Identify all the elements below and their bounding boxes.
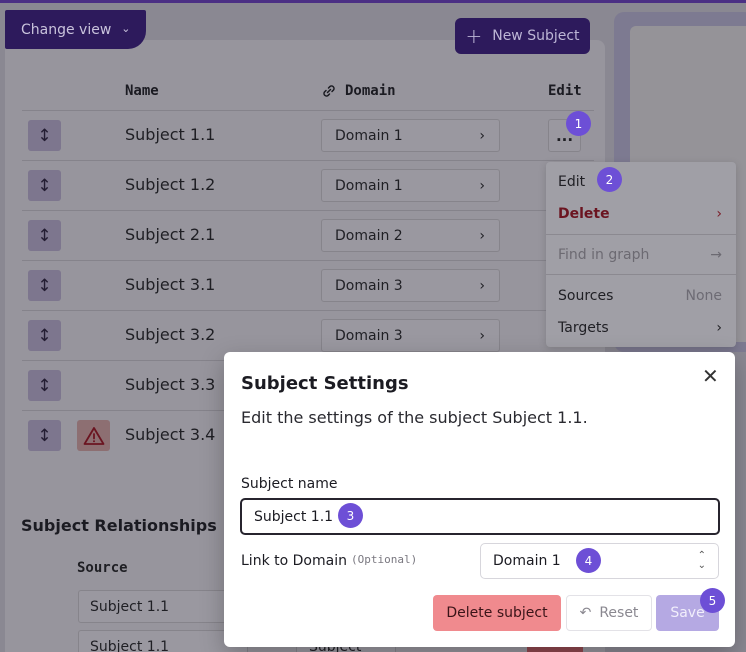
menu-divider xyxy=(546,274,736,275)
subject-name: Subject 1.2 xyxy=(125,175,216,194)
subject-name: Subject 3.1 xyxy=(125,275,216,294)
menu-item-targets[interactable]: Targets › xyxy=(558,320,722,336)
menu-item-find-in-graph: Find in graph → xyxy=(558,247,722,263)
domain-button[interactable]: Domain 2 › xyxy=(321,219,500,252)
menu-item-delete-label: Delete xyxy=(558,206,610,222)
change-view-label: Change view xyxy=(21,21,112,38)
drag-handle-icon[interactable]: ↕ xyxy=(28,170,61,201)
subject-settings-dialog: Subject Settings ✕ Edit the settings of … xyxy=(224,352,735,647)
plus-icon: + xyxy=(465,24,483,48)
relationship-source-label: Subject 1.1 xyxy=(90,598,170,615)
drag-handle-icon[interactable]: ↕ xyxy=(28,120,61,151)
warning-triangle-icon xyxy=(77,420,110,451)
chevron-right-icon: › xyxy=(479,127,485,144)
menu-item-delete[interactable]: Delete › xyxy=(558,206,722,222)
step-badge: 4 xyxy=(576,548,601,573)
link-to-domain-label: Link to Domain xyxy=(241,553,347,569)
table-row: ↕ Subject 1.1 Domain 1 › ... xyxy=(22,110,594,160)
close-icon[interactable]: ✕ xyxy=(702,366,719,386)
top-accent-line xyxy=(0,0,746,3)
domain-button[interactable]: Domain 3 › xyxy=(321,319,500,352)
menu-divider xyxy=(546,234,736,235)
menu-item-sources-label: Sources xyxy=(558,288,614,304)
table-row: ↕ Subject 1.2 Domain 1 › xyxy=(22,160,594,210)
dialog-description: Edit the settings of the subject Subject… xyxy=(241,408,588,427)
chevron-down-icon: ⌄ xyxy=(121,22,131,35)
menu-item-targets-label: Targets xyxy=(558,320,609,336)
row-context-menu: Edit Delete › Find in graph → Sources None … xyxy=(546,162,736,347)
step-badge: 3 xyxy=(338,503,363,528)
relationship-source-label: Subject 1.1 xyxy=(90,638,170,652)
drag-handle-icon[interactable]: ↕ xyxy=(28,220,61,251)
chevron-right-icon: › xyxy=(479,277,485,294)
step-badge: 2 xyxy=(597,167,622,192)
chevron-right-icon: › xyxy=(479,227,485,244)
domain-label: Domain 1 xyxy=(335,177,403,194)
chevron-right-icon: › xyxy=(479,177,485,194)
new-subject-button[interactable]: + New Subject xyxy=(455,18,590,54)
column-header-name: Name xyxy=(125,83,159,99)
delete-subject-label: Delete subject xyxy=(446,605,548,621)
drag-handle-icon[interactable]: ↕ xyxy=(28,270,61,301)
subject-name-label: Subject name xyxy=(241,476,338,492)
new-subject-label: New Subject xyxy=(492,28,580,44)
menu-item-find-label: Find in graph xyxy=(558,247,650,263)
chevron-updown-icon: ⌃ ⌄ xyxy=(697,550,706,571)
domain-label: Domain 3 xyxy=(335,277,403,294)
subject-name: Subject 3.3 xyxy=(125,375,216,394)
subject-name-value: Subject 1.1 xyxy=(254,509,334,525)
subject-name: Subject 1.1 xyxy=(125,125,216,144)
drag-handle-icon[interactable]: ↕ xyxy=(28,370,61,401)
subject-name: Subject 2.1 xyxy=(125,225,216,244)
domain-button[interactable]: Domain 3 › xyxy=(321,269,500,302)
column-header-edit: Edit xyxy=(548,83,582,99)
reset-button[interactable]: ↶ Reset xyxy=(566,595,652,631)
undo-icon: ↶ xyxy=(579,605,592,621)
menu-item-edit[interactable]: Edit xyxy=(558,174,722,190)
delete-subject-button[interactable]: Delete subject xyxy=(433,595,561,631)
subject-name: Subject 3.2 xyxy=(125,325,216,344)
table-row: ↕ Subject 2.1 Domain 2 › xyxy=(22,210,594,260)
subject-name-input[interactable]: Subject 1.1 xyxy=(240,498,720,535)
sources-value: None xyxy=(685,288,722,304)
save-label: Save xyxy=(670,605,705,621)
drag-handle-icon[interactable]: ↕ xyxy=(28,320,61,351)
drag-handle-icon[interactable]: ↕ xyxy=(28,420,61,451)
relationships-title: Subject Relationships xyxy=(21,516,217,535)
relationships-source-header: Source xyxy=(77,560,128,576)
chevron-right-icon: › xyxy=(716,320,722,336)
dialog-title: Subject Settings xyxy=(241,373,409,394)
link-icon xyxy=(323,85,335,97)
column-header-domain: Domain xyxy=(321,83,396,99)
table-row: ↕ Subject 3.1 Domain 3 › xyxy=(22,260,594,310)
step-badge: 5 xyxy=(700,588,725,613)
domain-select-value: Domain 1 xyxy=(493,553,561,569)
change-view-button[interactable]: Change view ⌄ xyxy=(5,10,146,49)
optional-label: (Optional) xyxy=(351,553,418,566)
arrow-right-icon: → xyxy=(710,247,722,263)
domain-button[interactable]: Domain 1 › xyxy=(321,169,500,202)
chevron-right-icon: › xyxy=(479,327,485,344)
domain-label: Domain 1 xyxy=(335,127,403,144)
relationship-source-button[interactable]: Subject 1.1 xyxy=(78,590,248,623)
reset-label: Reset xyxy=(599,605,639,621)
domain-label: Domain 3 xyxy=(335,327,403,344)
menu-item-sources[interactable]: Sources None xyxy=(558,288,722,304)
menu-item-edit-label: Edit xyxy=(558,174,586,190)
domain-label: Domain 2 xyxy=(335,227,403,244)
step-badge: 1 xyxy=(566,111,591,136)
chevron-right-icon: › xyxy=(716,206,722,222)
relationship-source-button[interactable]: Subject 1.1 xyxy=(78,630,248,652)
subject-name: Subject 3.4 xyxy=(125,425,216,444)
domain-button[interactable]: Domain 1 › xyxy=(321,119,500,152)
column-header-domain-label: Domain xyxy=(345,83,396,99)
